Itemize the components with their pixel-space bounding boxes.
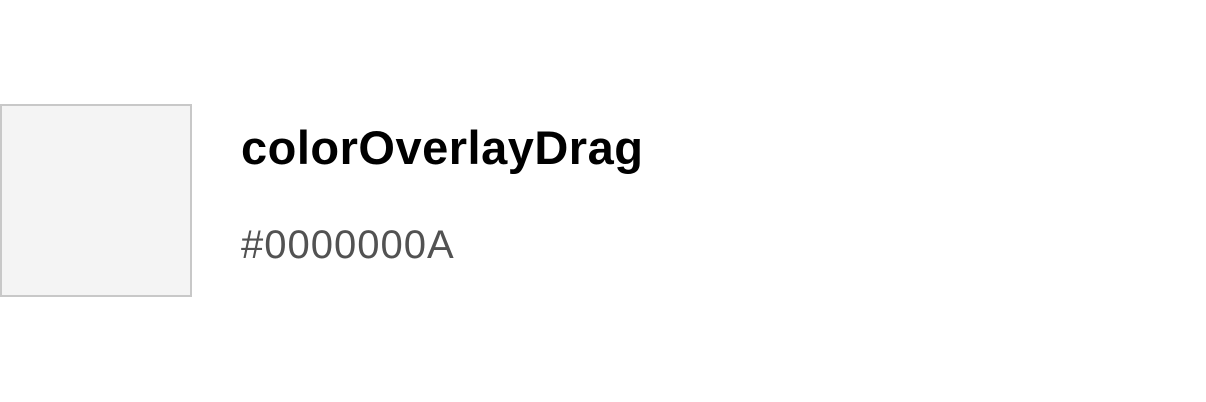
token-name: colorOverlayDrag xyxy=(241,121,644,174)
color-token-row: colorOverlayDrag #0000000A xyxy=(0,104,1206,297)
token-hex-value: #0000000A xyxy=(241,223,455,267)
color-swatch xyxy=(0,104,192,297)
